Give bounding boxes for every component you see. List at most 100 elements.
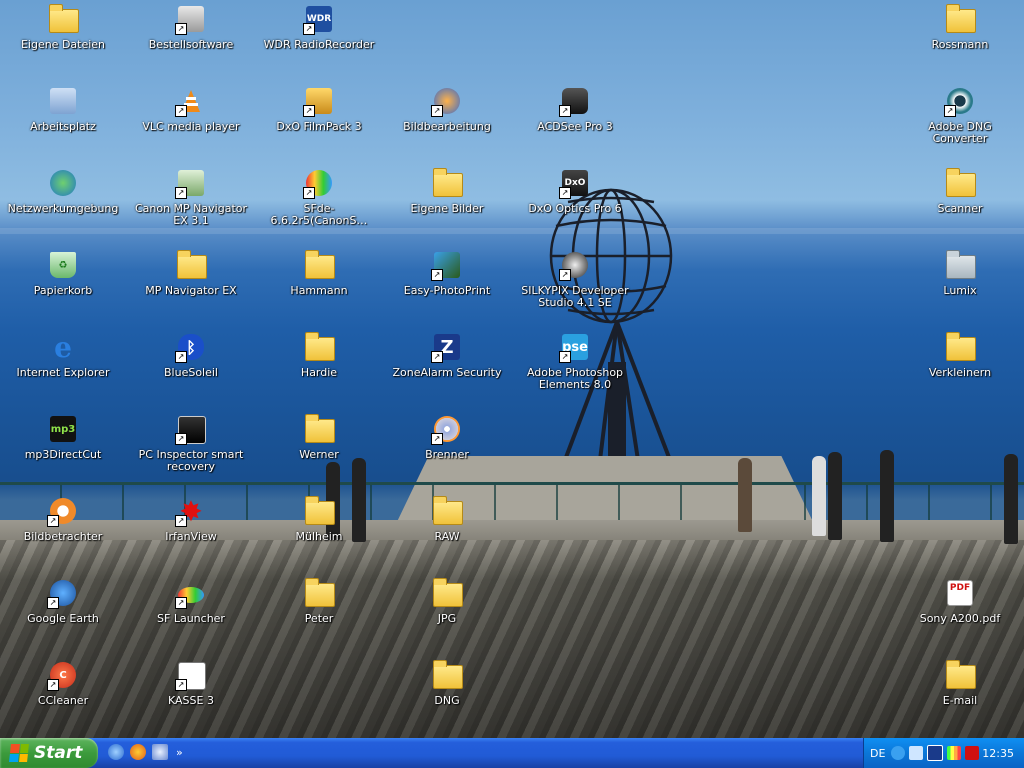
desktop-icon-netzwerkumgebung[interactable]: Netzwerkumgebung (3, 167, 123, 215)
desktop-icon-dxo-optics[interactable]: DxO ↗ DxO Optics Pro 6 (515, 167, 635, 215)
sf-launcher-icon: ↗ (175, 577, 207, 609)
desktop-icon-bluesoleil[interactable]: ᛒ ↗ BlueSoleil (131, 331, 251, 379)
photoprint-icon: ↗ (431, 249, 463, 281)
clock[interactable]: 12:35 (982, 747, 1014, 760)
desktop-icon-papierkorb[interactable]: ♻ Papierkorb (3, 249, 123, 297)
desktop-icon-raw[interactable]: RAW (387, 495, 507, 543)
rocky-cliff (0, 540, 1024, 738)
windows-logo-icon (9, 744, 29, 762)
desktop-icon-silkypix[interactable]: ↗ SILKYPIX Developer Studio 4.1 SE (515, 249, 635, 309)
desktop-icon-dxo-filmpack[interactable]: ↗ DxO FilmPack 3 (259, 85, 379, 133)
person (812, 456, 826, 536)
desktop-icon-verkleinern[interactable]: Verkleinern (900, 331, 1020, 379)
desktop-icon-internet-explorer[interactable]: e Internet Explorer (3, 331, 123, 379)
taskbar: Start » DE 12:35 (0, 738, 1024, 768)
wdr-radio-icon: WDR ↗ (303, 3, 335, 35)
desktop-icon-google-earth[interactable]: ↗ Google Earth (3, 577, 123, 625)
antivirus-tray-icon[interactable] (965, 746, 980, 760)
signal-strength-icon[interactable] (947, 746, 962, 760)
desktop-icon-werner[interactable]: Werner (259, 413, 379, 461)
folder-icon (944, 331, 976, 363)
language-indicator[interactable]: DE (870, 747, 885, 760)
desktop-icon-photoshop-elements[interactable]: pse ↗ Adobe Photoshop Elements 8.0 (515, 331, 635, 391)
mp3directcut-icon: mp3 (47, 413, 79, 445)
dng-converter-icon: ↗ (944, 85, 976, 117)
folder-icon (431, 659, 463, 691)
mail-icon[interactable] (152, 744, 168, 760)
scanner-app-icon: ↗ (175, 167, 207, 199)
google-earth-icon: ↗ (47, 577, 79, 609)
pdf-file-icon: PDF (944, 577, 976, 609)
desktop-icon-zonealarm[interactable]: Z ↗ ZoneAlarm Security (387, 331, 507, 379)
pictures-folder-icon (431, 167, 463, 199)
desktop-icon-sf-launcher[interactable]: ↗ SF Launcher (131, 577, 251, 625)
desktop-icon-muelheim[interactable]: Mülheim (259, 495, 379, 543)
desktop-icon-acdsee[interactable]: ↗ ACDSee Pro 3 (515, 85, 635, 133)
folder-icon (303, 331, 335, 363)
desktop-icon-wdr-radiorecorder[interactable]: WDR ↗ WDR RadioRecorder (259, 3, 379, 51)
desktop-icon-mp3directcut[interactable]: mp3 mp3DirectCut (3, 413, 123, 461)
sea-horizon (0, 228, 1024, 234)
desktop-icon-adobe-dng-converter[interactable]: ↗ Adobe DNG Converter (900, 85, 1020, 145)
desktop-icon-eigene-dateien[interactable]: Eigene Dateien (3, 3, 123, 51)
ccleaner-icon: C ↗ (47, 659, 79, 691)
desktop-icon-irfanview[interactable]: ✸ ↗ IrfanView (131, 495, 251, 543)
recycle-bin-icon: ♻ (47, 249, 79, 281)
desktop-icon-hardie[interactable]: Hardie (259, 331, 379, 379)
network-status-icon[interactable] (909, 746, 924, 760)
desktop-icon-mp-navigator-ex[interactable]: MP Navigator EX (131, 249, 251, 297)
irfanview-icon: ✸ ↗ (175, 495, 207, 528)
desktop-icon-jpg[interactable]: JPG (387, 577, 507, 625)
desktop-icon-dng[interactable]: DNG (387, 659, 507, 707)
internet-explorer-icon: e (54, 330, 72, 364)
show-desktop-icon[interactable] (108, 744, 124, 760)
zonealarm-tray-icon[interactable] (927, 745, 944, 761)
quick-launch-more[interactable]: » (176, 746, 183, 759)
start-button[interactable]: Start (0, 738, 98, 768)
folder-icon (303, 577, 335, 609)
desktop-icon-kasse-3[interactable]: ↗ KASSE 3 (131, 659, 251, 707)
vlc-cone-icon: ↗ (175, 85, 207, 117)
desktop-icon-hammann[interactable]: Hammann (259, 249, 379, 297)
desktop-icon-vlc[interactable]: ↗ VLC media player (131, 85, 251, 133)
folder-icon (944, 3, 976, 35)
photoshop-elements-icon: pse ↗ (559, 331, 591, 363)
desktop-icon-ccleaner[interactable]: C ↗ CCleaner (3, 659, 123, 707)
desktop-icon-bildbearbeitung[interactable]: ↗ Bildbearbeitung (387, 85, 507, 133)
folder-icon (303, 413, 335, 445)
folder-icon (303, 495, 335, 527)
folder-icon (944, 249, 976, 281)
folder-icon (175, 249, 207, 281)
firefox-icon[interactable] (130, 744, 146, 760)
bluetooth-icon: ᛒ ↗ (175, 331, 207, 363)
recovery-icon: ↗ (175, 413, 207, 445)
installer-icon: ↗ (303, 167, 335, 199)
desktop-icon-bestellsoftware[interactable]: ↗ Bestellsoftware (131, 3, 251, 51)
zonealarm-icon: Z ↗ (431, 331, 463, 363)
desktop-icon-brenner[interactable]: ↗ Brenner (387, 413, 507, 461)
desktop-icon-pc-inspector[interactable]: ↗ PC Inspector smart recovery (131, 413, 251, 473)
image-viewer-icon: ↗ (47, 495, 79, 527)
desktop-icon-arbeitsplatz[interactable]: Arbeitsplatz (3, 85, 123, 133)
desktop-icon-easy-photoprint[interactable]: ↗ Easy-PhotoPrint (387, 249, 507, 297)
desktop-icon-eigene-bilder[interactable]: Eigene Bilder (387, 167, 507, 215)
desktop-icon-lumix[interactable]: Lumix (900, 249, 1020, 297)
desktop-icon-sfde[interactable]: ↗ SFde-6.6.2r5(CanonS… (259, 167, 379, 227)
burner-disc-icon: ↗ (431, 413, 463, 445)
desktop-icon-scanner[interactable]: Scanner (900, 167, 1020, 215)
desktop-icon-bildbetrachter[interactable]: ↗ Bildbetrachter (3, 495, 123, 543)
filmpack-icon: ↗ (303, 85, 335, 117)
start-label: Start (34, 743, 83, 763)
documents-folder-icon (47, 3, 79, 35)
desktop-icon-sony-a200-pdf[interactable]: PDF Sony A200.pdf (900, 577, 1020, 625)
desktop-icon-canon-mp-navigator-ex-31[interactable]: ↗ Canon MP Navigator EX 3.1 (131, 167, 251, 227)
desktop[interactable]: Eigene Dateien Arbeitsplatz Netzwerkumge… (0, 0, 1024, 738)
image-editor-icon: ↗ (431, 85, 463, 117)
person (828, 452, 842, 540)
folder-icon (944, 167, 976, 199)
desktop-icon-peter[interactable]: Peter (259, 577, 379, 625)
desktop-icon-rossmann[interactable]: Rossmann (900, 3, 1020, 51)
document-app-icon: ↗ (175, 659, 207, 691)
tray-expand-icon[interactable] (891, 746, 906, 760)
desktop-icon-e-mail[interactable]: E-mail (900, 659, 1020, 707)
